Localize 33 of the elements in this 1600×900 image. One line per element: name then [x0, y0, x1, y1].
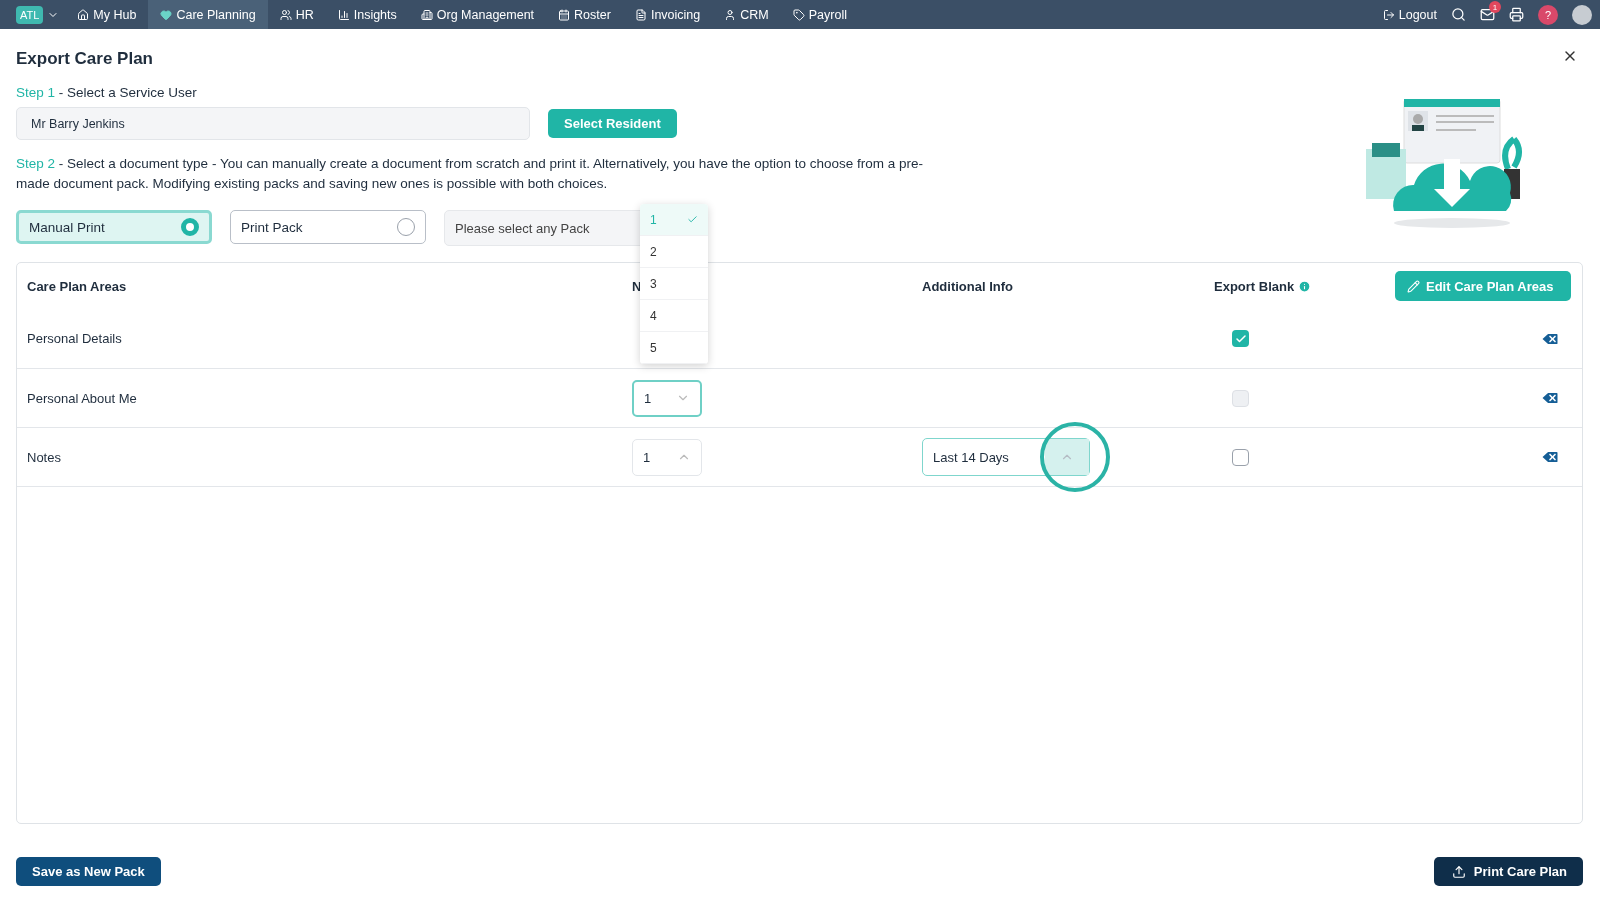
- nav-item[interactable]: HR: [267, 0, 326, 29]
- nav-item[interactable]: Invoicing: [622, 0, 713, 29]
- step-heading: Step 1 - Select a Service User: [16, 84, 198, 102]
- dropdown-option[interactable]: 2: [640, 236, 708, 268]
- print-care-plan-button[interactable]: Print Care Plan: [1433, 857, 1583, 886]
- dropdown-option[interactable]: 4: [640, 300, 708, 332]
- step-description: Step 2 - Select a document type - You can manually create a document from scratch and print it. Alternatively, you have the option to choose from a pre-made document pack. Modifying existing packs and saving new ones is possible with both choices.: [16, 155, 925, 193]
- nav-item[interactable]: CRM: [712, 0, 781, 29]
- dropdown-option[interactable]: 5: [640, 332, 708, 364]
- dropdown-option[interactable]: 3: [640, 268, 708, 300]
- nav-item[interactable]: My Hub: [65, 0, 149, 29]
- table-cell-text: Personal About Me: [27, 390, 138, 406]
- logout-link[interactable]: Logout: [1382, 7, 1437, 22]
- number-select[interactable]: 1: [632, 379, 702, 417]
- column-header: Care Plan Areas: [27, 278, 128, 294]
- nav-item[interactable]: Payroll: [780, 0, 859, 29]
- help-button[interactable]: ?: [1538, 4, 1558, 25]
- nav-item[interactable]: Insights: [325, 0, 409, 29]
- notification-count: 1: [1489, 1, 1501, 13]
- number-select[interactable]: 1: [632, 438, 702, 476]
- document-type-option[interactable]: Print Pack: [230, 210, 426, 244]
- save-as-new-pack-button[interactable]: Save as New Pack: [16, 857, 161, 886]
- service-user-field[interactable]: Mr Barry Jenkins: [16, 107, 530, 140]
- document-type-option[interactable]: Manual Print: [16, 210, 212, 244]
- nav-item[interactable]: Care Planning: [148, 0, 268, 29]
- nav-item[interactable]: Roster: [546, 0, 623, 29]
- nav-item[interactable]: Org Management: [408, 0, 547, 29]
- column-header: Export Blank: [1214, 278, 1395, 294]
- table-cell-text: Notes: [27, 449, 62, 465]
- additional-info-select[interactable]: Last 14 Days: [922, 438, 1090, 476]
- table-cell-text: Personal Details: [27, 331, 123, 346]
- column-header: Additional Info: [922, 278, 1014, 294]
- dialog-title: Export Care Plan: [16, 49, 153, 69]
